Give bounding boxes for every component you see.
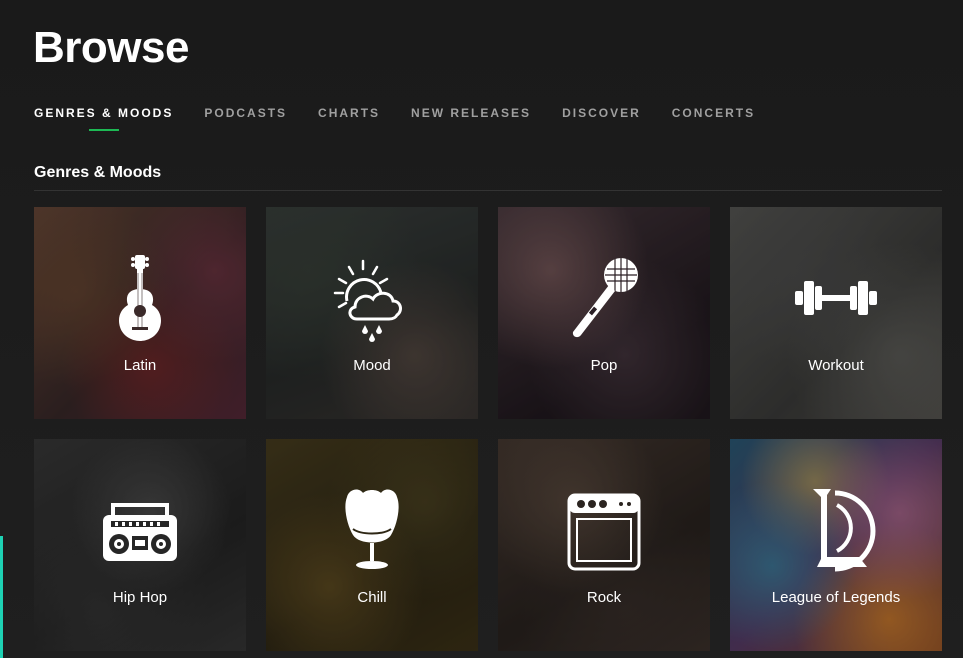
genre-card-rock[interactable]: Rock [498, 439, 710, 651]
genre-grid: Latin Mood Pop Workout Hip Hop Chill Roc… [34, 207, 942, 651]
card-label: Workout [808, 357, 864, 374]
genre-card-league-of-legends[interactable]: League of Legends [730, 439, 942, 651]
tab-podcasts[interactable]: PODCASTS [204, 106, 287, 120]
tab-new-releases[interactable]: NEW RELEASES [411, 106, 531, 120]
card-label: League of Legends [771, 589, 901, 606]
tab-discover[interactable]: DISCOVER [562, 106, 641, 120]
section-divider [34, 190, 942, 191]
genre-card-chill[interactable]: Chill [266, 439, 478, 651]
genre-card-latin[interactable]: Latin [34, 207, 246, 419]
card-label: Rock [586, 589, 622, 606]
section-title: Genres & Moods [34, 164, 162, 181]
genre-card-workout[interactable]: Workout [730, 207, 942, 419]
genre-card-hip-hop[interactable]: Hip Hop [34, 439, 246, 651]
guitar-icon [118, 255, 162, 341]
egg-chair-icon [345, 489, 399, 569]
page-title: Browse [33, 23, 189, 72]
tab-charts[interactable]: CHARTS [318, 106, 380, 120]
card-label: Mood [353, 357, 391, 374]
genre-card-pop[interactable]: Pop [498, 207, 710, 419]
card-label: Pop [590, 357, 618, 374]
browse-tabs: GENRES & MOODS PODCASTS CHARTS NEW RELEA… [34, 106, 755, 120]
boombox-icon [103, 503, 177, 561]
dumbbell-icon [795, 281, 877, 315]
genre-card-mood[interactable]: Mood [266, 207, 478, 419]
card-label: Latin [123, 357, 157, 374]
amplifier-icon [567, 493, 641, 571]
left-edge-accent [0, 536, 3, 658]
tab-genres-moods[interactable]: GENRES & MOODS [34, 106, 173, 120]
league-of-legends-logo-icon [813, 489, 876, 572]
tab-concerts[interactable]: CONCERTS [672, 106, 755, 120]
browse-page: Browse GENRES & MOODS PODCASTS CHARTS NE… [0, 0, 963, 658]
card-label: Chill [357, 589, 387, 606]
card-label: Hip Hop [112, 589, 168, 606]
sun-cloud-rain-icon [333, 259, 402, 342]
microphone-icon [572, 258, 638, 338]
